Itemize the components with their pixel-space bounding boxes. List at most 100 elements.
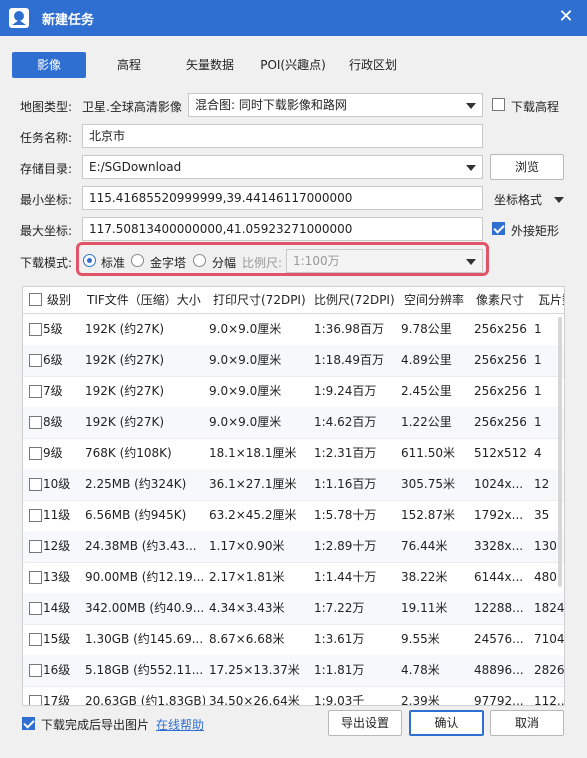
task-name-input[interactable]: 北京市 [82, 124, 483, 148]
download-elevation-checkbox[interactable] [492, 98, 505, 111]
radio-standard[interactable] [83, 254, 96, 267]
select-all-checkbox[interactable] [29, 293, 42, 306]
table-row[interactable]: 9级 768K (约108K) 18.1×18.1厘米 1:2.31百万 611.50米… [23, 438, 564, 470]
radio-sheet[interactable] [193, 254, 206, 267]
cell-print-size: 4.34×3.43米 [209, 601, 285, 615]
table-row[interactable]: 17级 20.63GB (约1.83GB) 34.50×26.64米 1:9.03千 2… [23, 686, 565, 706]
tab-poi[interactable]: POI(兴趣点) [252, 52, 334, 78]
export-settings-button[interactable]: 导出设置 [328, 710, 402, 736]
chevron-down-icon [466, 165, 476, 171]
cell-pixel-size: 512x512 [474, 446, 527, 460]
table-row[interactable]: 16级 5.18GB (约552.11... 17.25×13.37米 1:1.81万… [23, 655, 565, 687]
cell-tiles: 1824 [534, 601, 565, 615]
row-checkbox[interactable] [29, 323, 42, 336]
cell-resolution: 2.39米 [401, 694, 440, 706]
table-row[interactable]: 6级 192K (约27K) 9.0×9.0厘米 1:18.49百万 4.89公里 256… [23, 345, 564, 377]
cell-print-size: 9.0×9.0厘米 [209, 353, 282, 367]
tab-elevation[interactable]: 高程 [96, 52, 162, 78]
row-checkbox[interactable] [29, 354, 42, 367]
browse-button[interactable]: 浏览 [490, 154, 564, 180]
cell-tiles: 28268 [534, 663, 565, 677]
storage-dir-label: 存储目录: [20, 162, 73, 176]
cell-print-size: 9.0×9.0厘米 [209, 322, 282, 336]
tab-admin-division[interactable]: 行政区划 [336, 52, 410, 78]
cell-scale: 1:5.78十万 [314, 508, 377, 522]
cancel-button[interactable]: 取消 [490, 710, 564, 736]
max-coord-label: 最大坐标: [20, 224, 73, 238]
cell-scale: 1:1.81万 [314, 663, 365, 677]
download-elevation-label: 下载高程 [511, 100, 560, 114]
table-row[interactable]: 7级 192K (约27K) 9.0×9.0厘米 1:9.24百万 2.45公里 256x… [23, 376, 564, 408]
cell-scale: 1:1.16百万 [314, 477, 377, 491]
cell-resolution: 76.44米 [401, 539, 448, 553]
row-checkbox[interactable] [29, 571, 42, 584]
coord-format-label[interactable]: 坐标格式 [494, 191, 542, 208]
cell-level: 17级 [43, 694, 71, 706]
chevron-down-icon [466, 259, 476, 265]
row-checkbox[interactable] [29, 416, 42, 429]
tab-imagery[interactable]: 影像 [12, 52, 86, 78]
online-help-link[interactable]: 在线帮助 [156, 716, 204, 733]
table-row[interactable]: 14级 342.00MB (约40.9... 4.34×3.43米 1:7.22万 19… [23, 593, 565, 625]
cell-print-size: 17.25×13.37米 [209, 663, 300, 677]
coord-format-chevron-icon[interactable] [554, 197, 564, 203]
table-row[interactable]: 5级 192K (约27K) 9.0×9.0厘米 1:36.98百万 9.78公里 256… [23, 314, 564, 346]
row-checkbox[interactable] [29, 664, 42, 677]
outer-rect-checkbox[interactable] [492, 222, 505, 235]
cell-print-size: 63.2×45.2厘米 [209, 508, 297, 522]
tab-vector-data[interactable]: 矢量数据 [172, 52, 248, 78]
cell-scale: 1:3.61万 [314, 632, 365, 646]
cell-scale: 1:1.44十万 [314, 570, 377, 584]
cell-tiles: 112... [534, 694, 565, 706]
outer-rect-label: 外接矩形 [511, 224, 560, 238]
col-tif-size[interactable]: TIF文件（压缩）大小 [87, 287, 205, 313]
cell-tif-size: 192K (约27K) [85, 322, 165, 336]
table-row[interactable]: 15级 1.30GB (约145.69... 8.67×6.68米 1:3.61万 9.… [23, 624, 564, 656]
scale-select[interactable]: 1:100万 [286, 249, 483, 273]
table-row[interactable]: 10级 2.25MB (约324K) 36.1×27.1厘米 1:1.16百万 305.… [23, 469, 564, 501]
table-row[interactable]: 8级 192K (约27K) 9.0×9.0厘米 1:4.62百万 1.22公里 256x… [23, 407, 564, 439]
export-after-download-label: 下载完成后导出图片 [41, 718, 150, 732]
row-checkbox[interactable] [29, 385, 42, 398]
ok-button[interactable]: 确认 [409, 710, 484, 736]
row-checkbox[interactable] [29, 695, 42, 705]
title-bar[interactable]: 新建任务 ✕ [0, 0, 587, 36]
cell-pixel-size: 1792x... [474, 508, 524, 522]
table-row[interactable]: 13级 90.00MB (约12.19... 2.17×1.81米 1:1.44十万 3… [23, 562, 564, 594]
col-print-size[interactable]: 打印尺寸(72DPI) [213, 287, 313, 313]
table-scrollbar[interactable] [558, 317, 562, 587]
task-name-label: 任务名称: [20, 131, 73, 145]
row-checkbox[interactable] [29, 602, 42, 615]
map-type-select[interactable]: 混合图: 同时下载影像和路网 [188, 93, 483, 117]
col-level[interactable]: 级别 [47, 287, 87, 313]
row-checkbox[interactable] [29, 633, 42, 646]
max-coord-input[interactable]: 117.50813400000000,41.05923271000000 [82, 217, 483, 241]
min-coord-input[interactable]: 115.41685520999999,39.44146117000000 [82, 186, 483, 210]
row-checkbox[interactable] [29, 540, 42, 553]
min-coord-label: 最小坐标: [20, 193, 73, 207]
row-checkbox[interactable] [29, 478, 42, 491]
radio-pyramid-label: 金字塔 [150, 256, 187, 270]
cell-tif-size: 192K (约27K) [85, 384, 165, 398]
cell-scale: 1:7.22万 [314, 601, 365, 615]
cell-tif-size: 20.63GB (约1.83GB) [85, 694, 205, 706]
table-row[interactable]: 11级 6.56MB (约945K) 63.2×45.2厘米 1:5.78十万 152.… [23, 500, 564, 532]
cell-resolution: 611.50米 [401, 446, 455, 460]
cell-pixel-size: 24576... [474, 632, 524, 646]
col-pixel-size[interactable]: 像素尺寸 [476, 287, 536, 313]
cell-scale: 1:9.24百万 [314, 384, 377, 398]
col-tiles[interactable]: 瓦片数 [538, 287, 564, 313]
row-checkbox[interactable] [29, 509, 42, 522]
cell-pixel-size: 12288... [474, 601, 524, 615]
radio-pyramid[interactable] [131, 254, 144, 267]
cell-tif-size: 192K (约27K) [85, 353, 165, 367]
cell-pixel-size: 48896... [474, 663, 524, 677]
col-scale[interactable]: 比例尺(72DPI) [314, 287, 400, 313]
close-icon[interactable]: ✕ [555, 6, 577, 28]
col-resolution[interactable]: 空间分辨率 [404, 287, 474, 313]
storage-dir-select[interactable]: E:/SGDownload [82, 155, 483, 179]
row-checkbox[interactable] [29, 447, 42, 460]
export-after-download-checkbox[interactable] [22, 717, 35, 730]
app-logo-icon [9, 8, 29, 28]
table-row[interactable]: 12级 24.38MB (约3.43... 1.17×0.90米 1:2.89十万 76… [23, 531, 564, 563]
